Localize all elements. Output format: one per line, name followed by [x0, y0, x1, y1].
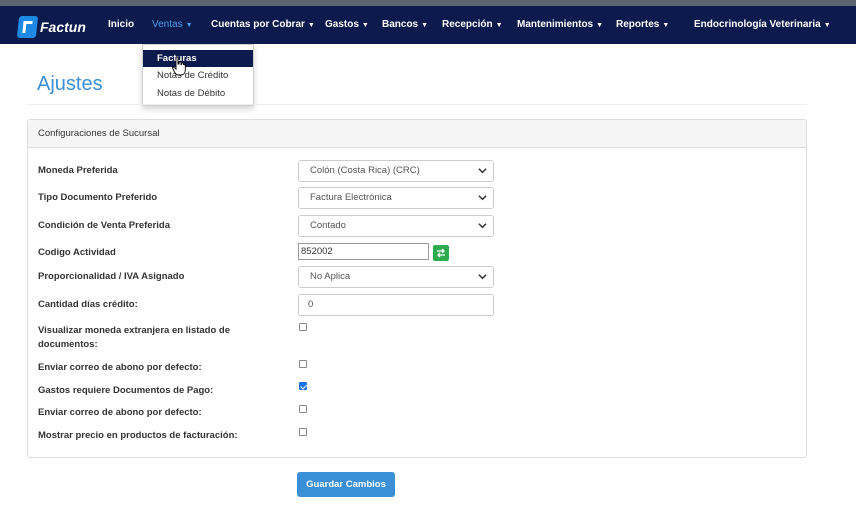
factun-logo[interactable]: Factun	[16, 15, 86, 39]
visualizar-moneda-label: Visualizar moneda extranjera en listado …	[38, 324, 230, 352]
menu-item-notas-debito[interactable]: Notas de Débito	[143, 85, 253, 102]
proporcionalidad-value: No Aplica	[310, 271, 351, 282]
nav-ventas-label: Ventas	[152, 19, 183, 30]
visualizar-moneda-label-line1: Visualizar moneda extranjera en listado …	[38, 325, 231, 336]
menu-item-notas-credito[interactable]: Notas de Crédito	[143, 67, 253, 84]
mostrar-precio-label: Mostrar precio en productos de facturaci…	[38, 430, 238, 441]
mostrar-precio-checkbox[interactable]	[299, 428, 307, 436]
chevron-down-icon	[478, 195, 487, 201]
nav-inicio[interactable]: Inicio	[108, 19, 134, 30]
chevron-down-icon	[478, 223, 487, 229]
caret-down-icon: ▼	[823, 22, 831, 29]
visualizar-moneda-label-line2: documentos:	[38, 339, 98, 350]
nav-cuentas-por-cobrar[interactable]: Cuentas por Cobrar ▼	[211, 19, 315, 30]
correo-abono-checkbox-2[interactable]	[299, 405, 307, 413]
moneda-preferida-label: Moneda Preferida	[38, 165, 118, 176]
caret-down-icon: ▼	[596, 22, 604, 29]
logo-text: Factun	[40, 19, 86, 35]
ventas-dropdown-menu: Facturas Notas de Crédito Notas de Débit…	[142, 44, 254, 106]
nav-mantenimientos[interactable]: Mantenimientos ▼	[517, 19, 603, 30]
nav-recepcion[interactable]: Recepción ▼	[442, 19, 503, 30]
tipo-documento-label: Tipo Documento Preferido	[38, 192, 158, 203]
correo-abono-label-2: Enviar correo de abono por defecto:	[38, 407, 202, 418]
nav-gastos-label: Gastos	[325, 19, 359, 30]
chevron-down-icon	[478, 274, 487, 280]
caret-down-icon: ▼	[185, 22, 193, 29]
moneda-preferida-value: Colón (Costa Rica) (CRC)	[310, 165, 420, 176]
dias-credito-label: Cantidad días crédito:	[38, 299, 138, 310]
caret-down-icon: ▼	[421, 22, 429, 29]
menu-item-facturas[interactable]: Facturas	[143, 50, 253, 67]
codigo-actividad-input[interactable]: 852002	[298, 243, 429, 260]
panel-heading: Configuraciones de Sucursal	[28, 120, 806, 148]
gastos-documentos-label: Gastos requiere Documentos de Pago:	[38, 385, 214, 396]
main-navbar: Factun Inicio Ventas ▼ Cuentas por Cobrar…	[0, 6, 856, 44]
condicion-venta-select[interactable]: Contado	[298, 215, 494, 237]
nav-reportes-label: Reportes	[616, 19, 660, 30]
proporcionalidad-select[interactable]: No Aplica	[298, 266, 494, 288]
correo-abono-checkbox-1[interactable]	[299, 360, 307, 368]
title-divider	[27, 104, 807, 105]
nav-company-label: Endocrinología Veterinaria	[694, 19, 821, 30]
tipo-documento-select[interactable]: Factura Electrónica	[298, 187, 494, 209]
condicion-venta-label: Condición de Venta Preferida	[38, 220, 170, 231]
nav-ventas[interactable]: Ventas ▼	[152, 19, 193, 30]
nav-bancos-label: Bancos	[382, 19, 419, 30]
swap-arrows-icon	[437, 248, 445, 258]
nav-bancos[interactable]: Bancos ▼	[382, 19, 428, 30]
page-title: Ajustes	[37, 73, 103, 95]
moneda-preferida-select[interactable]: Colón (Costa Rica) (CRC)	[298, 160, 494, 182]
nav-recepcion-label: Recepción	[442, 19, 493, 30]
nav-gastos[interactable]: Gastos ▼	[325, 19, 369, 30]
tipo-documento-value: Factura Electrónica	[310, 192, 392, 203]
nav-cuentas-label: Cuentas por Cobrar	[211, 19, 305, 30]
correo-abono-label-1: Enviar correo de abono por defecto:	[38, 362, 202, 373]
swap-button[interactable]	[433, 245, 449, 261]
hand-pointer-cursor-icon	[172, 56, 186, 76]
nav-endocrinologia-veterinaria[interactable]: Endocrinología Veterinaria ▼	[694, 19, 831, 30]
proporcionalidad-label: Proporcionalidad / IVA Asignado	[38, 271, 185, 282]
caret-down-icon: ▼	[307, 22, 315, 29]
condicion-venta-value: Contado	[310, 220, 346, 231]
nav-reportes[interactable]: Reportes ▼	[616, 19, 669, 30]
caret-down-icon: ▼	[361, 22, 369, 29]
factun-logo-icon	[16, 16, 39, 38]
visualizar-moneda-checkbox[interactable]	[299, 323, 307, 331]
codigo-actividad-label: Codigo Actividad	[38, 247, 116, 258]
nav-inicio-label: Inicio	[108, 19, 135, 30]
gastos-documentos-checkbox[interactable]	[299, 382, 307, 390]
dias-credito-input[interactable]: 0	[298, 294, 494, 316]
nav-mantenimientos-label: Mantenimientos	[517, 19, 594, 30]
caret-down-icon: ▼	[662, 22, 670, 29]
caret-down-icon: ▼	[495, 22, 503, 29]
chevron-down-icon	[478, 168, 487, 174]
save-changes-button[interactable]: Guardar Cambios	[297, 472, 395, 497]
